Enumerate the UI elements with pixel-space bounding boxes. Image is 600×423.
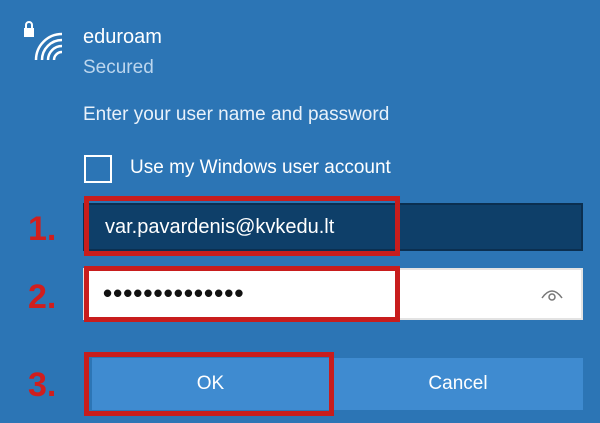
highlight-frame-ok [84, 352, 334, 416]
step-number-2: 2. [28, 278, 57, 316]
highlight-frame-password [84, 266, 400, 322]
step-number-1: 1. [28, 210, 57, 248]
network-status: Secured [83, 57, 154, 78]
eye-icon[interactable] [541, 287, 563, 301]
highlight-frame-username [84, 196, 400, 256]
use-windows-account-checkbox[interactable] [84, 155, 112, 183]
cancel-button[interactable]: Cancel [333, 358, 583, 410]
use-windows-account-label[interactable]: Use my Windows user account [130, 157, 391, 179]
step-number-3: 3. [28, 366, 57, 404]
credentials-prompt: Enter your user name and password [83, 104, 390, 125]
network-name: eduroam [83, 26, 162, 48]
secured-wifi-icon [22, 20, 72, 64]
